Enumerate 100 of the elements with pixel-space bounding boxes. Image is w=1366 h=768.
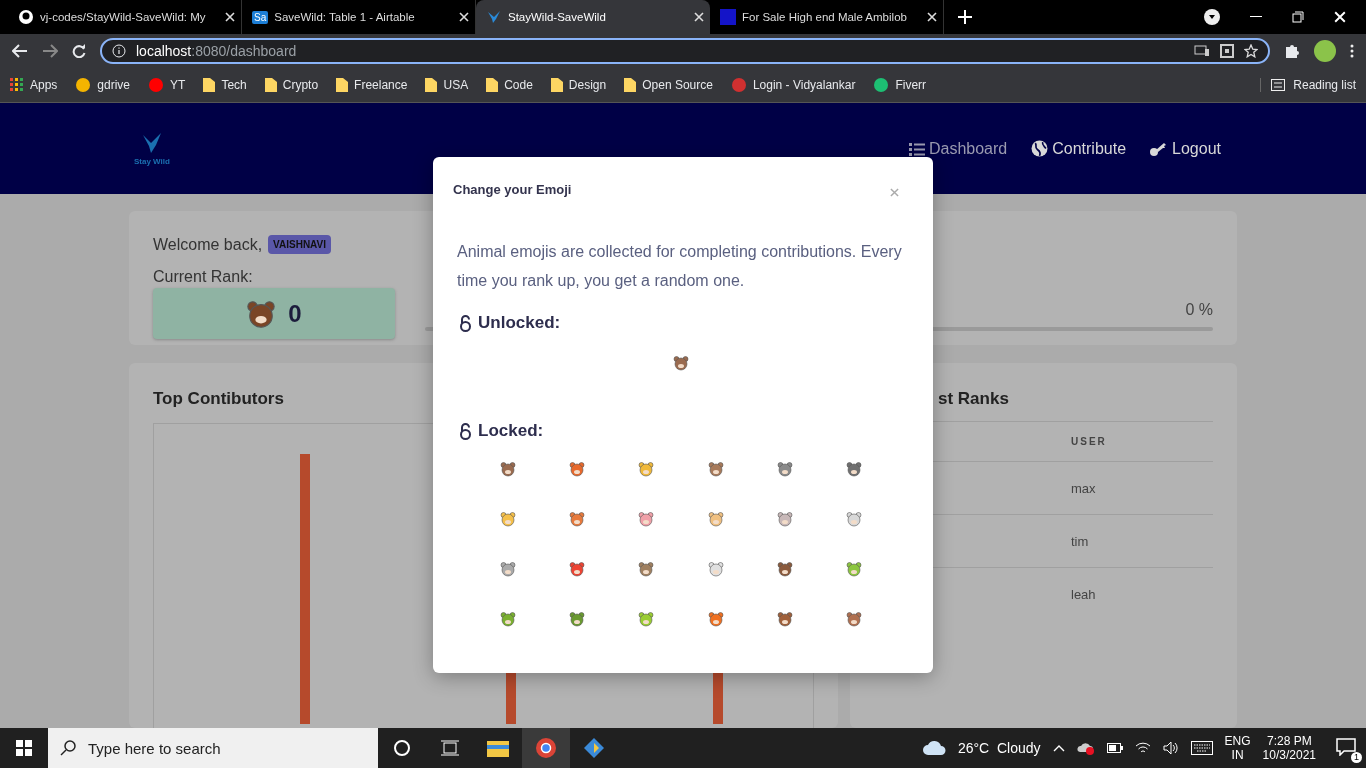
- bookmark[interactable]: YT: [148, 77, 186, 92]
- cast-icon[interactable]: [1194, 44, 1210, 57]
- animal-icon[interactable]: [638, 561, 655, 577]
- animal-icon[interactable]: [846, 611, 863, 627]
- folder-icon[interactable]: [487, 739, 509, 757]
- nav-link[interactable]: Logout: [1150, 139, 1221, 158]
- animal-icon[interactable]: [569, 461, 585, 477]
- animal-icon[interactable]: [246, 298, 277, 329]
- animal-icon[interactable]: [846, 561, 863, 577]
- forward-icon[interactable]: [42, 43, 58, 58]
- speaker-icon[interactable]: [1162, 741, 1179, 755]
- notification-icon[interactable]: [1336, 737, 1356, 756]
- animal-icon[interactable]: [499, 511, 516, 527]
- animal-icon[interactable]: [777, 511, 793, 527]
- reload-icon[interactable]: [72, 43, 86, 58]
- clock-date[interactable]: 10/3/2021: [1262, 748, 1316, 762]
- taskbar-search-field[interactable]: Type here to search: [48, 728, 378, 768]
- wifi-icon[interactable]: [1134, 741, 1151, 755]
- folder-icon: [550, 77, 563, 92]
- dialog-title: Change your Emoji: [453, 181, 572, 197]
- animal-icon[interactable]: [499, 561, 516, 577]
- bookmark[interactable]: Apps: [10, 77, 58, 92]
- bookmark[interactable]: Freelance: [336, 77, 408, 92]
- restore-icon[interactable]: [1292, 11, 1304, 23]
- column-header: USER: [1071, 436, 1107, 447]
- animal-icon[interactable]: [846, 511, 863, 527]
- animal-icon[interactable]: [638, 461, 655, 477]
- browser-tab[interactable]: StayWild-SaveWild: [476, 0, 710, 34]
- cortana-icon[interactable]: [394, 740, 410, 756]
- folder-icon: [203, 77, 216, 92]
- animal-icon[interactable]: [569, 611, 585, 627]
- qr-code-icon[interactable]: [1220, 43, 1234, 58]
- nav-link[interactable]: Dashboard: [908, 139, 1008, 158]
- folder-icon: [624, 77, 637, 92]
- dialog-text: Animal emojis are collected for completing contributions. Every time you rank up, you get a random one.: [457, 242, 903, 291]
- search-icon: [60, 740, 76, 756]
- info-icon[interactable]: [112, 43, 126, 58]
- site-icon: Sa: [252, 10, 269, 24]
- animal-icon[interactable]: [777, 611, 793, 627]
- star-icon[interactable]: [1244, 43, 1258, 58]
- rank-box[interactable]: 0: [153, 288, 395, 339]
- animal-icon[interactable]: [777, 561, 793, 577]
- bookmark[interactable]: Login - Vidyalankar: [730, 77, 856, 92]
- animal-icon[interactable]: [707, 511, 724, 527]
- animal-icon[interactable]: [569, 511, 585, 527]
- bird-icon: [486, 9, 502, 25]
- animal-icon[interactable]: [673, 355, 689, 371]
- caret-icon[interactable]: [1052, 744, 1065, 752]
- notification-count: 1: [1351, 751, 1362, 763]
- table-cell: max: [1071, 480, 1096, 496]
- region-text[interactable]: IN: [1231, 748, 1244, 762]
- new-tab-icon[interactable]: [958, 10, 972, 24]
- animal-icon[interactable]: [499, 611, 516, 627]
- folder-icon: [425, 77, 438, 92]
- reading-list-icon: [1271, 78, 1286, 91]
- cloud-error-icon[interactable]: [1076, 740, 1095, 756]
- address-field[interactable]: localhost:8080/dashboard: [100, 37, 1270, 64]
- menu-icon[interactable]: [1350, 43, 1354, 58]
- bookmark[interactable]: USA: [425, 77, 469, 92]
- reading-list-button[interactable]: Reading list: [1260, 77, 1356, 92]
- animal-icon[interactable]: [638, 611, 655, 627]
- bookmark[interactable]: Crypto: [264, 77, 319, 92]
- folder-icon: [486, 77, 499, 92]
- keyboard-icon[interactable]: [1190, 741, 1213, 755]
- bookmark[interactable]: gdrive: [75, 77, 131, 92]
- bookmark[interactable]: Tech: [203, 77, 247, 92]
- section-title: Unlocked:: [478, 313, 561, 333]
- cloud-icon[interactable]: [921, 740, 946, 756]
- globe-icon: [1031, 140, 1049, 157]
- animal-icon[interactable]: [638, 511, 655, 527]
- diamond-icon[interactable]: [583, 737, 605, 759]
- task-view-icon[interactable]: [441, 740, 459, 756]
- card-title: Top Contibutors: [153, 389, 285, 409]
- tab-search-icon[interactable]: [1204, 9, 1220, 25]
- weather-text[interactable]: 26°C Cloudy: [957, 740, 1041, 756]
- back-icon[interactable]: [12, 43, 28, 58]
- animal-icon[interactable]: [499, 461, 516, 477]
- minimize-icon[interactable]: [1250, 16, 1262, 18]
- bookmark[interactable]: Code: [486, 77, 533, 92]
- nav-link[interactable]: Contribute: [1031, 139, 1127, 158]
- animal-icon[interactable]: [569, 561, 585, 577]
- battery-icon[interactable]: [1106, 743, 1123, 753]
- chrome-icon[interactable]: [535, 737, 557, 759]
- rank-label: Current Rank:: [153, 268, 254, 286]
- animal-icon[interactable]: [707, 461, 724, 477]
- key-icon: [1150, 140, 1169, 157]
- avatar-icon[interactable]: [1314, 39, 1336, 62]
- bookmark[interactable]: Open Source: [624, 77, 713, 92]
- animal-icon[interactable]: [777, 461, 793, 477]
- clock-time[interactable]: 7:28 PM: [1266, 734, 1312, 748]
- bookmark[interactable]: Design: [550, 77, 607, 92]
- folder-icon: [336, 77, 349, 92]
- puzzle-icon[interactable]: [1284, 42, 1300, 59]
- table-cell: leah: [1071, 586, 1096, 602]
- animal-icon[interactable]: [707, 561, 724, 577]
- animal-icon[interactable]: [707, 611, 724, 627]
- bookmark[interactable]: Fiverr: [873, 77, 927, 92]
- logo[interactable]: Stay Wild: [134, 131, 170, 166]
- language-text[interactable]: ENG: [1224, 734, 1251, 748]
- animal-icon[interactable]: [846, 461, 863, 477]
